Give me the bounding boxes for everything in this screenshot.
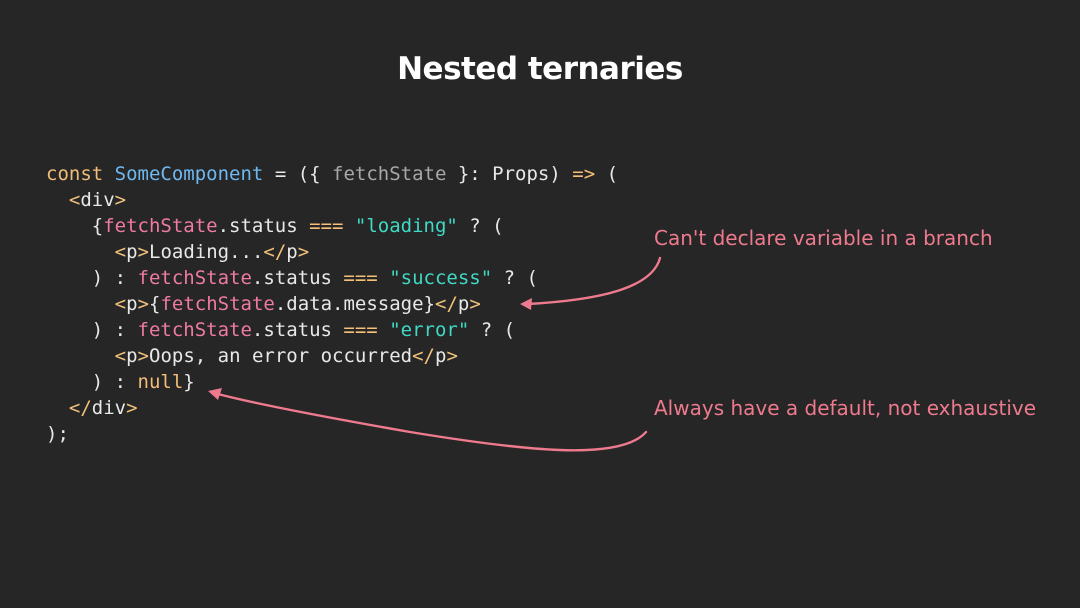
arrowhead-success (520, 298, 532, 310)
arrow-curve (216, 392, 648, 452)
arrow-curve (526, 256, 662, 306)
arrow-to-null-default (216, 392, 648, 452)
arrow-to-success-branch (526, 256, 662, 306)
annotation-arrows (208, 256, 662, 452)
arrowhead-null (208, 388, 222, 400)
